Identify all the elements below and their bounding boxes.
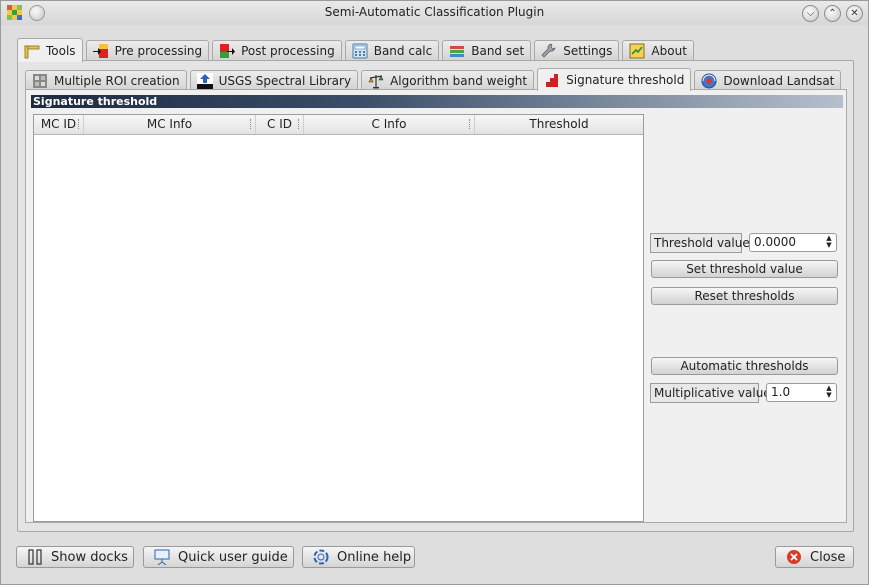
window-close-button[interactable]: ✕ — [846, 5, 863, 22]
tools-tab-bar: Multiple ROI creation USGS Spectral Libr… — [25, 68, 844, 91]
tab-settings-label: Settings — [563, 44, 613, 58]
reset-thresholds-button[interactable]: Reset thresholds — [651, 287, 838, 305]
column-header-threshold[interactable]: Threshold — [475, 115, 643, 134]
threshold-value-spinbox[interactable]: 0.0000 ▲ ▼ — [749, 233, 837, 252]
tab-about[interactable]: About — [622, 40, 694, 61]
table-body — [34, 135, 643, 521]
tab-pre-processing[interactable]: Pre processing — [85, 40, 210, 61]
landsat-download-icon — [701, 73, 717, 88]
multiplicative-value-spinbox[interactable]: 1.0 ▲ ▼ — [766, 383, 837, 402]
subtab-algorithm-band-weight-label: Algorithm band weight — [390, 73, 528, 88]
close-icon: ✕ — [850, 8, 859, 19]
subtab-usgs-library-label: USGS Spectral Library — [218, 73, 352, 88]
multiplicative-value-label: Multiplicative value — [650, 383, 771, 403]
pre-processing-icon — [92, 44, 108, 58]
online-help-label: Online help — [337, 549, 412, 565]
tab-tools-label: Tools — [46, 43, 76, 58]
close-circle-icon — [787, 550, 801, 564]
column-resize-handle[interactable] — [469, 119, 471, 129]
plugin-window: Semi-Automatic Classification Plugin ⌵ ⌃… — [0, 0, 869, 585]
tab-post-processing[interactable]: Post processing — [212, 40, 342, 61]
column-header-c-info[interactable]: C Info — [304, 115, 475, 134]
column-header-label: MC ID — [40, 117, 77, 131]
subtab-download-landsat[interactable]: Download Landsat — [694, 70, 842, 90]
column-header-mc-id[interactable]: MC ID — [34, 115, 84, 134]
scale-icon — [368, 74, 384, 88]
tab-pre-processing-label: Pre processing — [114, 44, 203, 58]
section-title: Signature threshold — [31, 95, 843, 108]
calculator-icon — [352, 43, 368, 59]
column-resize-handle[interactable] — [298, 119, 300, 129]
tab-band-calc[interactable]: Band calc — [344, 40, 440, 61]
presentation-icon — [154, 549, 170, 565]
column-header-c-id[interactable]: C ID — [256, 115, 304, 134]
column-header-label: C Info — [371, 117, 407, 131]
quick-user-guide-button[interactable]: Quick user guide — [143, 546, 294, 568]
post-processing-icon — [220, 44, 236, 58]
close-button[interactable]: Close — [775, 546, 854, 568]
pencil-ruler-icon — [24, 45, 40, 58]
table-header: MC ID MC Info C ID C Info Threshold — [34, 115, 643, 135]
column-header-label: MC Info — [146, 117, 193, 131]
threshold-value-label: Threshold value — [650, 233, 750, 253]
automatic-thresholds-button[interactable]: Automatic thresholds — [651, 357, 838, 375]
minimize-button[interactable]: ⌵ — [802, 5, 819, 22]
subtab-signature-threshold[interactable]: Signature threshold — [537, 68, 692, 91]
main-tab-bar: Tools Pre processing Post processing Ban… — [17, 38, 697, 62]
about-icon — [629, 43, 645, 59]
window-title: Semi-Automatic Classification Plugin — [324, 5, 545, 19]
column-header-label: C ID — [267, 117, 292, 131]
subtab-multiple-roi-label: Multiple ROI creation — [54, 73, 180, 88]
subtab-usgs-library[interactable]: USGS Spectral Library — [189, 70, 359, 90]
subtab-algorithm-band-weight[interactable]: Algorithm band weight — [361, 70, 535, 90]
tab-post-processing-label: Post processing — [241, 44, 335, 58]
chevron-up-icon: ⌃ — [828, 8, 837, 19]
show-docks-label: Show docks — [51, 549, 128, 565]
tab-band-calc-label: Band calc — [373, 44, 433, 58]
title-bar: Semi-Automatic Classification Plugin ⌵ ⌃… — [1, 1, 868, 25]
chevron-down-icon: ⌵ — [806, 8, 815, 19]
tab-band-set[interactable]: Band set — [442, 40, 532, 61]
subtab-multiple-roi[interactable]: Multiple ROI creation — [25, 70, 187, 90]
spin-arrows-icon[interactable]: ▲ ▼ — [824, 235, 834, 250]
subtab-download-landsat-label: Download Landsat — [723, 73, 835, 88]
tab-tools[interactable]: Tools — [17, 38, 83, 62]
close-label: Close — [810, 549, 846, 565]
spin-arrows-icon[interactable]: ▲ ▼ — [824, 385, 834, 400]
threshold-value-text: 0.0000 — [754, 235, 796, 249]
quick-user-guide-label: Quick user guide — [178, 549, 288, 565]
maximize-button[interactable]: ⌃ — [824, 5, 841, 22]
signature-threshold-table[interactable]: MC ID MC Info C ID C Info Threshold — [33, 114, 644, 522]
docks-icon — [28, 549, 42, 565]
online-help-button[interactable]: Online help — [302, 546, 415, 568]
usgs-icon — [196, 72, 213, 89]
wrench-icon — [541, 43, 556, 58]
set-threshold-button[interactable]: Set threshold value — [651, 260, 838, 278]
tab-about-label: About — [651, 44, 687, 58]
column-resize-handle[interactable] — [78, 119, 80, 129]
column-header-label: Threshold — [529, 117, 589, 131]
signature-threshold-icon — [546, 74, 559, 87]
tab-settings[interactable]: Settings — [534, 40, 620, 61]
lifebuoy-icon — [313, 549, 329, 565]
band-set-icon — [450, 46, 465, 57]
column-resize-handle[interactable] — [250, 119, 252, 129]
subtab-signature-threshold-label: Signature threshold — [566, 73, 685, 87]
multiple-roi-icon — [33, 73, 47, 88]
multiplicative-value-text: 1.0 — [771, 385, 791, 399]
tab-band-set-label: Band set — [471, 44, 525, 58]
column-header-mc-info[interactable]: MC Info — [84, 115, 256, 134]
show-docks-button[interactable]: Show docks — [16, 546, 134, 568]
